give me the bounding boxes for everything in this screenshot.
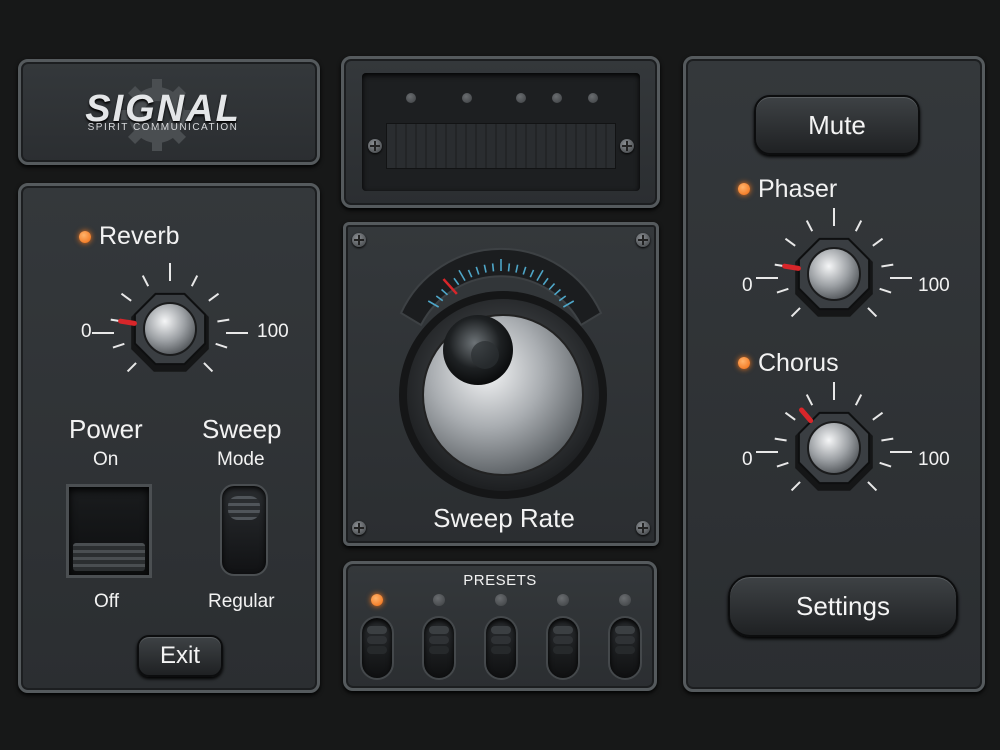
sweep-screw-tr [636,233,650,247]
reverb-max-label: 100 [257,321,289,342]
chorus-label: Chorus [758,349,839,377]
reverb-label: Reverb [99,222,180,250]
left-control-panel: Reverb 0 100 Power On Off Sweep Mode Reg… [18,183,320,693]
knob-tick [854,220,863,232]
knob-tick [217,318,230,323]
preset-button-1[interactable] [360,616,394,680]
knob-tick [805,394,814,406]
preset-led-1 [371,594,383,606]
knob-tick [190,275,199,287]
chorus-led [738,357,750,369]
knob-tick [872,411,884,421]
knob-tick [126,362,137,373]
power-off-label: Off [94,591,119,612]
phaser-min-label: 0 [742,275,753,296]
knob-tick [867,481,878,492]
preset-led-5 [619,594,631,606]
preset-button-4[interactable] [546,616,580,680]
chorus-knob[interactable] [756,382,912,513]
display-panel [341,56,660,208]
power-switch[interactable] [66,484,152,578]
right-control-panel: Mute Phaser 0 100 Chorus 0 100 Settings [683,56,985,692]
preset-led-3 [495,594,507,606]
knob-indicator [799,407,814,424]
sweep-mode-lever [228,496,260,520]
chorus-max-label: 100 [918,449,950,470]
sweep-rate-panel: Sweep Rate [343,222,659,546]
knob-tick [141,275,150,287]
phaser-knob[interactable] [756,208,912,339]
presets-panel: PRESETS [343,561,657,691]
knob-tick [790,307,801,318]
preset-led-4 [557,594,569,606]
reverb-knob[interactable] [92,263,248,394]
meter-tick [507,263,511,272]
sweep-title: Sweep [202,414,282,444]
reverb-min-label: 0 [81,321,92,342]
display-screw-left [368,139,382,153]
display-light [462,93,472,103]
settings-button[interactable]: Settings [728,575,958,637]
meter-tick [491,263,495,272]
logo-panel: SIGNAL SPIRIT COMMUNICATION [18,59,320,165]
display-readout [386,123,616,169]
presets-title: PRESETS [463,572,537,589]
display-light [516,93,526,103]
knob-cap [807,247,861,301]
display-light [552,93,562,103]
knob-tick [879,461,892,468]
knob-tick [881,263,894,268]
display-screw-right [620,139,634,153]
phaser-label: Phaser [758,175,838,203]
power-title: Power [69,414,143,444]
knob-tick [784,237,796,247]
sweep-screw-tl [352,233,366,247]
preset-led-2 [433,594,445,606]
knob-indicator [118,318,137,326]
sweep-mode-toggle[interactable] [220,484,268,576]
knob-tick [867,307,878,318]
sweep-mode-label: Mode [217,449,265,470]
knob-tick [879,287,892,294]
knob-tick [854,394,863,406]
exit-button[interactable]: Exit [137,635,223,677]
knob-tick [215,342,228,349]
knob-cap [807,421,861,475]
knob-tick [774,437,787,442]
knob-tick [112,342,125,349]
phaser-led [738,183,750,195]
preset-button-3[interactable] [484,616,518,680]
knob-tick [881,437,894,442]
knob-indicator [782,263,801,271]
knob-tick [208,292,220,302]
display-light [588,93,598,103]
knob-tick [784,411,796,421]
knob-tick [203,362,214,373]
knob-tick [776,461,789,468]
knob-tick [120,292,132,302]
chorus-min-label: 0 [742,449,753,470]
preset-button-2[interactable] [422,616,456,680]
phaser-max-label: 100 [918,275,950,296]
reverb-led [79,231,91,243]
sweep-rate-label: Sweep Rate [433,503,575,533]
power-on-label: On [93,449,119,470]
preset-button-5[interactable] [608,616,642,680]
sweep-regular-label: Regular [208,591,275,612]
knob-tick [776,287,789,294]
power-switch-rocker [73,543,145,571]
display-light [406,93,416,103]
mute-button[interactable]: Mute [754,95,920,155]
knob-tick [872,237,884,247]
sweep-rate-dial[interactable] [393,285,613,505]
knob-tick [790,481,801,492]
knob-tick [805,220,814,232]
knob-cap [143,302,197,356]
brand-tagline: SPIRIT COMMUNICATION [87,122,239,133]
